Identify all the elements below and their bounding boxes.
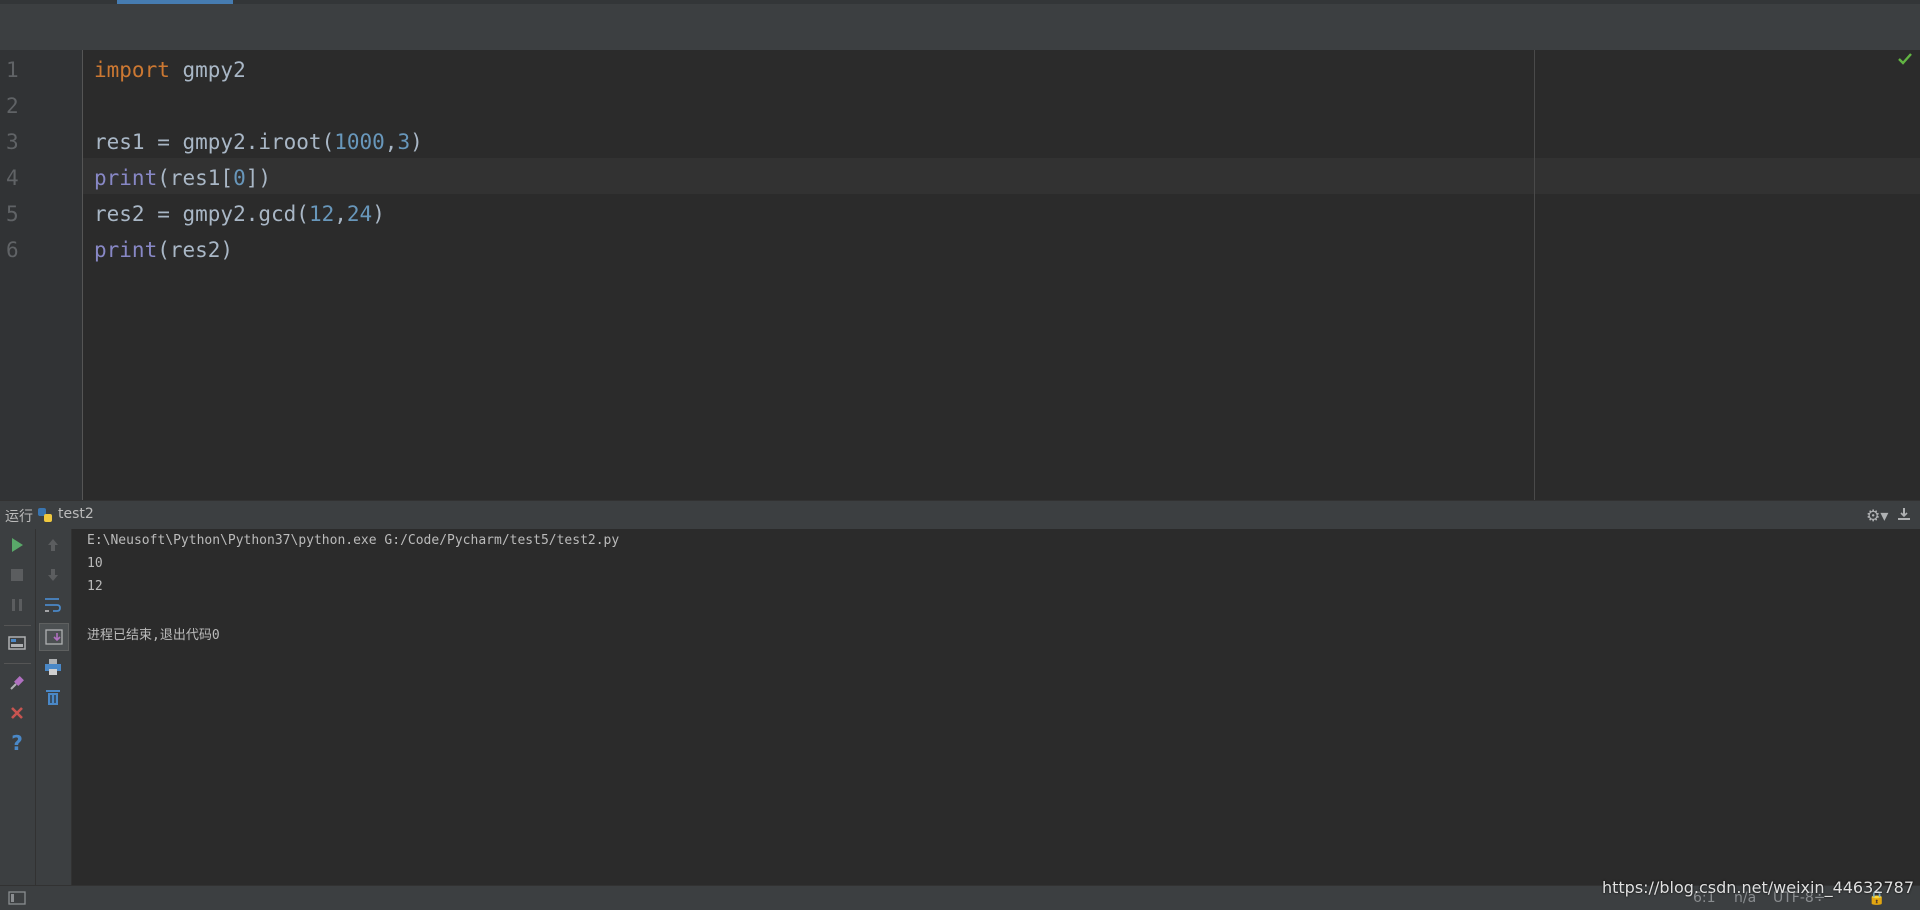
run-config-tab[interactable]: test2 [58,506,94,522]
run-toolbar-right [36,529,72,885]
run-toolbar-left: ? [0,529,36,885]
code-token: (res2) [157,238,234,262]
trash-icon[interactable] [41,685,65,709]
settings-gear-icon[interactable]: ⚙▾ [1866,506,1888,525]
code-token: , [334,202,347,226]
console-line: E:\Neusoft\Python\Python37\python.exe G:… [87,533,620,548]
inspection-ok-icon[interactable] [1896,50,1914,68]
code-token: ]) [245,166,272,190]
line-number: 3 [6,130,19,154]
code-token: gmpy2 [169,58,246,82]
close-icon[interactable] [5,701,29,725]
console-line: 12 [87,579,103,594]
code-token: (res1[ [157,166,234,190]
soft-wrap-icon[interactable] [41,593,65,617]
code-token: ) [410,130,423,154]
help-icon[interactable]: ? [5,731,29,755]
print-icon[interactable] [41,655,65,679]
line-number: 2 [6,94,19,118]
minimize-icon[interactable] [1896,506,1912,522]
run-tool-window-header: 运行 test2 ⚙▾ [0,500,1920,529]
console-line: 10 [87,556,103,571]
code-token: res1 = gmpy2.iroot( [94,130,335,154]
watermark: https://blog.csdn.net/weixin_44632787 [1601,878,1914,897]
console-line: 进程已结束,退出代码0 [87,628,220,643]
code-token: 1000 [334,130,385,154]
code-token: , [384,130,398,154]
editor-tab-bar [0,0,1920,51]
rerun-icon[interactable] [5,533,29,557]
pin-icon[interactable] [5,671,29,695]
code-token: import [94,58,170,82]
line-number: 5 [6,202,19,226]
code-token: print [94,238,158,262]
line-number: 1 [6,58,19,82]
code-token: 24 [346,202,373,226]
toolbar-separator [4,663,31,664]
code-line[interactable]: import gmpy2 [94,52,246,88]
down-arrow-icon[interactable] [41,563,65,587]
code-line[interactable]: res1 = gmpy2.iroot(1000,3) [94,124,423,160]
stop-icon[interactable] [5,563,29,587]
code-editor[interactable]: 1 import gmpy2 2 3 res1 = gmpy2.iroot(1000,3… [0,50,1920,500]
line-number: 4 [6,166,19,190]
pause-icon[interactable] [5,593,29,617]
current-line-highlight [83,158,1920,194]
line-number: 6 [6,238,19,262]
active-tab-indicator[interactable] [117,0,233,4]
tool-windows-toggle-icon[interactable] [8,891,26,905]
code-token: 12 [308,202,335,226]
tab-strip [0,0,1920,4]
code-token: 3 [397,130,411,154]
restore-layout-icon[interactable] [5,631,29,655]
scroll-to-end-icon[interactable] [39,623,69,651]
code-token: ) [372,202,385,226]
code-token: res2 = gmpy2.gcd( [94,202,309,226]
code-line[interactable]: print(res2) [94,232,233,268]
python-icon [38,508,52,522]
right-margin-guide [1534,50,1535,500]
up-arrow-icon[interactable] [41,533,65,557]
run-panel-title: 运行 [5,509,33,525]
code-token: print [94,166,158,190]
code-line[interactable]: res2 = gmpy2.gcd(12,24) [94,196,385,232]
toolbar-separator [4,625,31,626]
console-output[interactable]: E:\Neusoft\Python\Python37\python.exe G:… [72,529,1920,885]
code-line[interactable]: print(res1[0]) [94,160,271,196]
code-token: 0 [233,166,246,190]
